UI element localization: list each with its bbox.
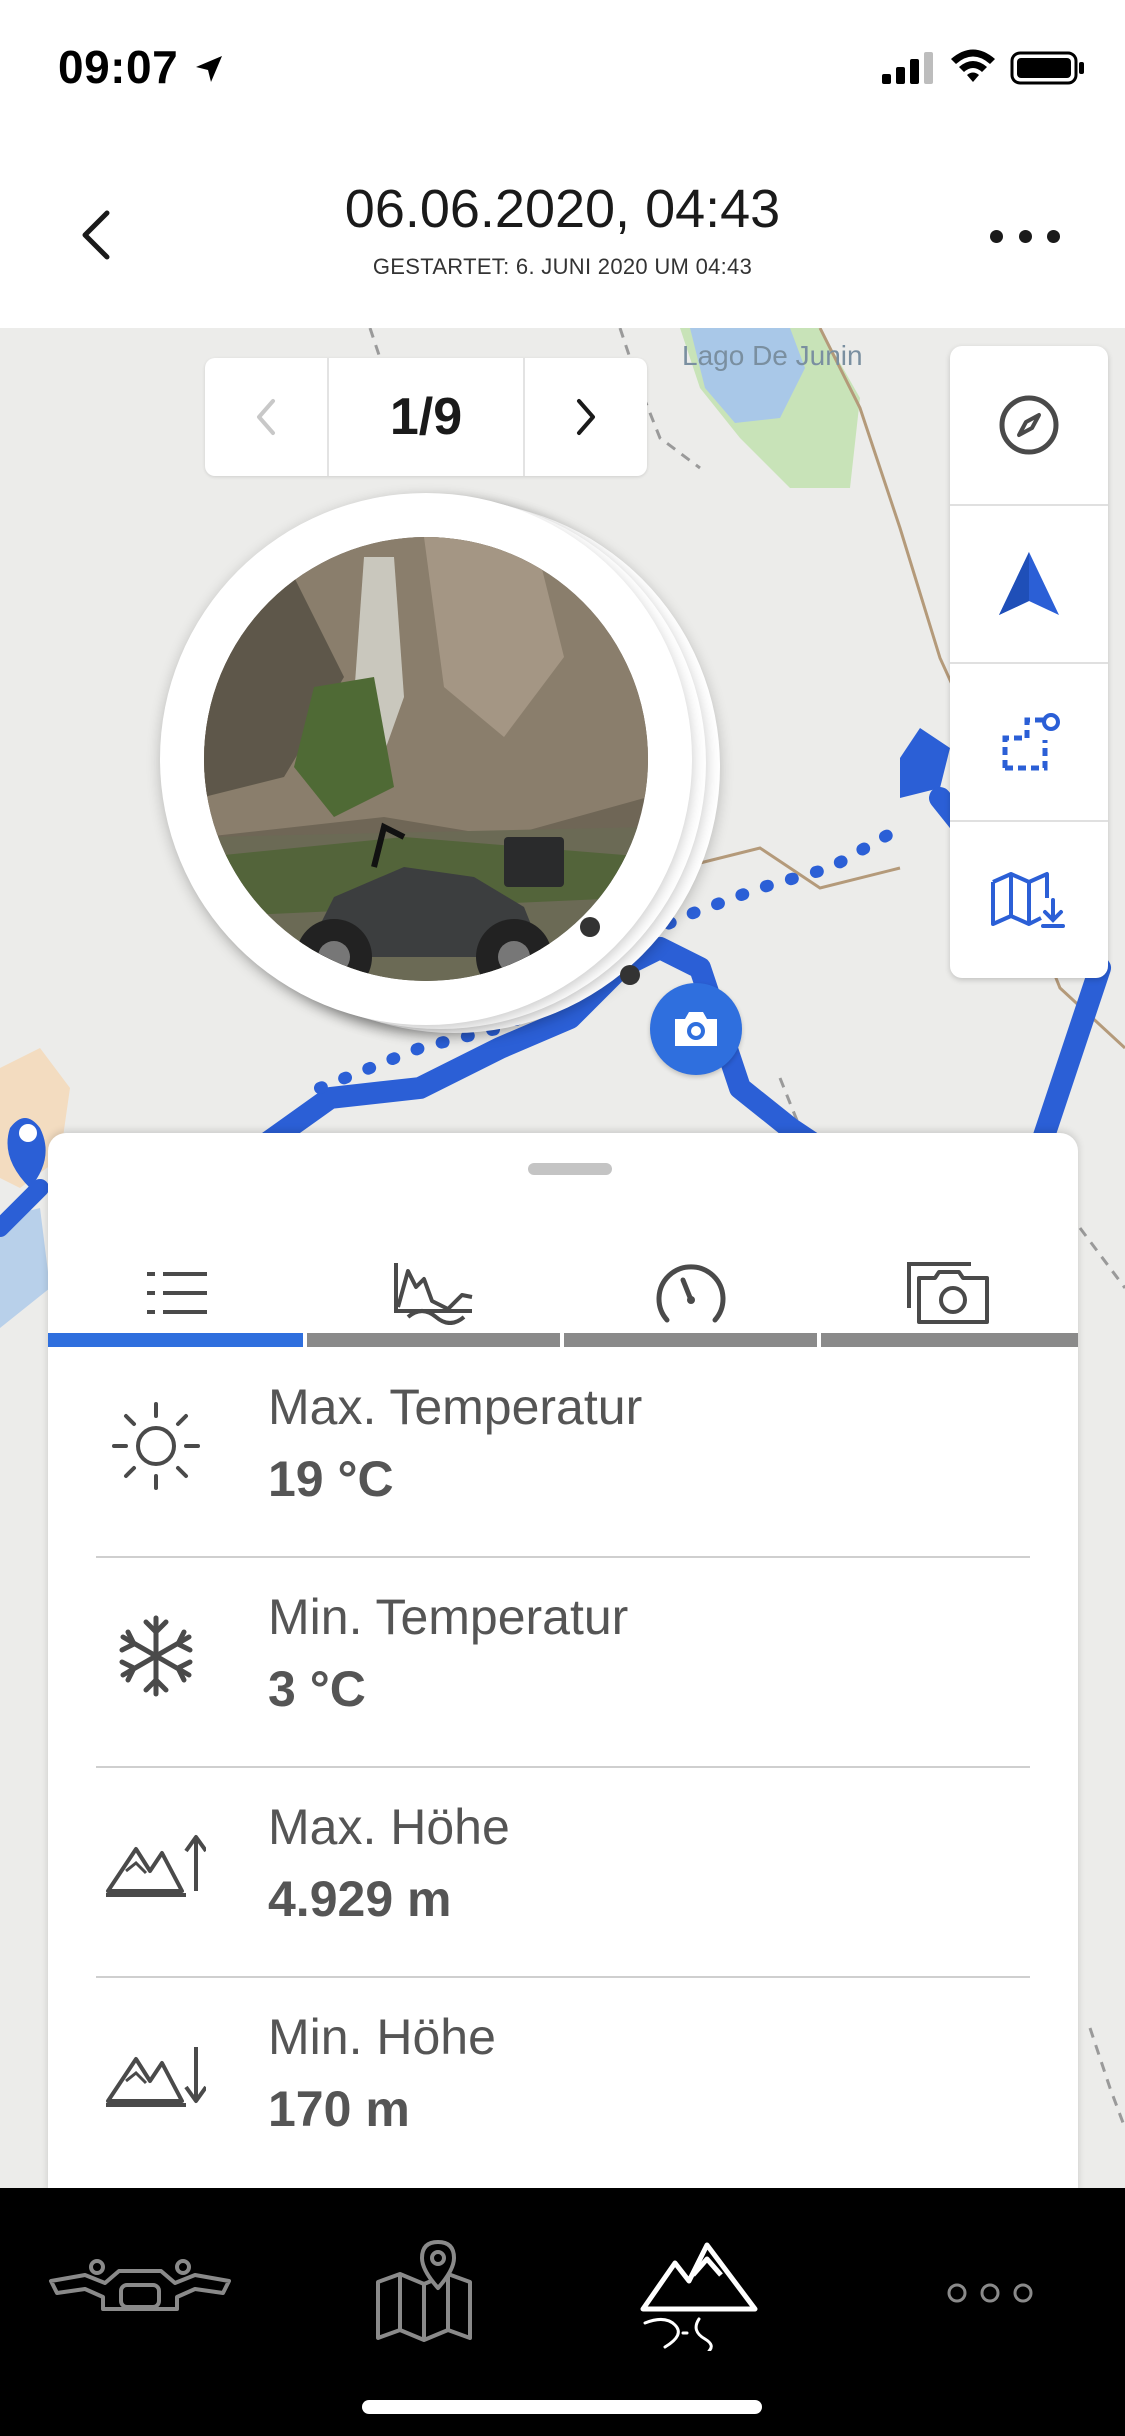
mountain-road-icon — [640, 2242, 758, 2351]
map-place-label: Lago De Junin — [682, 340, 863, 371]
signal-icon — [882, 52, 933, 84]
stat-value: 3 °C — [268, 1661, 366, 1717]
route-segment-icon — [1002, 713, 1060, 771]
map-download-icon — [991, 872, 1065, 928]
more-options-button[interactable] — [990, 216, 1060, 256]
photo-stack[interactable] — [160, 493, 720, 1033]
dot-icon — [1018, 229, 1032, 243]
trip-photo[interactable] — [204, 537, 648, 981]
elevation-chart-icon — [393, 1263, 472, 1325]
nav-more[interactable] — [920, 2228, 1060, 2358]
photos-icon — [906, 1262, 989, 1324]
photo-disc-front — [160, 493, 692, 1025]
navigate-button[interactable] — [950, 504, 1108, 662]
stat-value: 170 m — [268, 2081, 410, 2137]
trip-details-sheet: Max. Temperatur 19 °C Min. Temperatur 3 … — [48, 1133, 1078, 2193]
navigation-arrow-icon — [999, 552, 1059, 615]
trip-photo-image — [204, 537, 648, 981]
photo-pager: 1/9 — [205, 358, 647, 476]
nav-map[interactable] — [360, 2228, 490, 2358]
chevron-left-icon — [257, 399, 275, 435]
header: 06.06.2020, 04:43 GESTARTET: 6. JUNI 202… — [0, 140, 1125, 328]
stat-row-max-altitude: Max. Höhe 4.929 m — [96, 1768, 1030, 1978]
stat-label: Max. Temperatur — [268, 1379, 643, 1435]
app-screen: 09:07 06.06.2020, 04:43 GESTARTET: 6. JU… — [0, 0, 1125, 2436]
stat-label: Min. Höhe — [268, 2009, 496, 2065]
tab-underline — [821, 1333, 1078, 1347]
mountain-up-icon — [106, 1816, 206, 1916]
stat-row-min-altitude: Min. Höhe 170 m — [96, 1978, 1030, 2188]
stat-label: Min. Temperatur — [268, 1589, 629, 1645]
map-download-button[interactable] — [950, 820, 1108, 978]
dot-icon — [990, 229, 1003, 243]
location-arrow-icon — [196, 56, 222, 82]
speedometer-icon — [656, 1264, 725, 1323]
photo-indicator-dot — [580, 917, 600, 937]
map-pin-icon — [376, 2240, 472, 2342]
status-bar: 09:07 — [0, 0, 1125, 140]
tab-underlines — [48, 1333, 1078, 1347]
stat-value: 4.929 m — [268, 1871, 452, 1927]
tab-underline-active — [48, 1333, 303, 1347]
stat-row-max-temperature: Max. Temperatur 19 °C — [96, 1348, 1030, 1558]
map-toolbar — [950, 346, 1108, 978]
pager-prev-button[interactable] — [205, 358, 327, 476]
bottom-navigation — [0, 2188, 1125, 2436]
snowflake-icon — [106, 1606, 206, 1706]
page-subtitle: GESTARTET: 6. JUNI 2020 UM 04:43 — [372, 254, 753, 279]
battery-icon — [1010, 51, 1084, 85]
stat-row-min-temperature: Min. Temperatur 3 °C — [96, 1558, 1030, 1768]
more-dots-icon — [947, 2283, 1033, 2303]
tab-underline — [564, 1333, 817, 1347]
dot-icon — [1047, 229, 1060, 243]
home-indicator — [362, 2400, 762, 2414]
motorcycle-icon — [49, 2259, 231, 2311]
nav-motorcycle[interactable] — [40, 2228, 240, 2358]
status-time: 09:07 — [58, 41, 179, 93]
wifi-icon — [951, 49, 995, 82]
tab-underline — [307, 1333, 560, 1347]
stat-value: 19 °C — [268, 1451, 394, 1507]
compass-button[interactable] — [950, 346, 1108, 504]
compass-icon — [999, 395, 1059, 455]
mountain-down-icon — [106, 2026, 206, 2126]
pager-next-button[interactable] — [525, 358, 647, 476]
sheet-drag-handle[interactable] — [528, 1163, 612, 1175]
camera-pin-button[interactable] — [650, 983, 742, 1075]
chevron-right-icon — [577, 399, 595, 435]
sun-icon — [106, 1396, 206, 1496]
pager-count: 1/9 — [327, 358, 525, 476]
page-title: 06.06.2020, 04:43 — [344, 179, 781, 239]
stat-label: Max. Höhe — [268, 1799, 510, 1855]
camera-icon — [675, 1012, 717, 1046]
route-segment-button[interactable] — [950, 662, 1108, 820]
nav-trips[interactable] — [630, 2228, 770, 2358]
list-icon — [146, 1272, 207, 1314]
photo-indicator-dot — [620, 965, 640, 985]
